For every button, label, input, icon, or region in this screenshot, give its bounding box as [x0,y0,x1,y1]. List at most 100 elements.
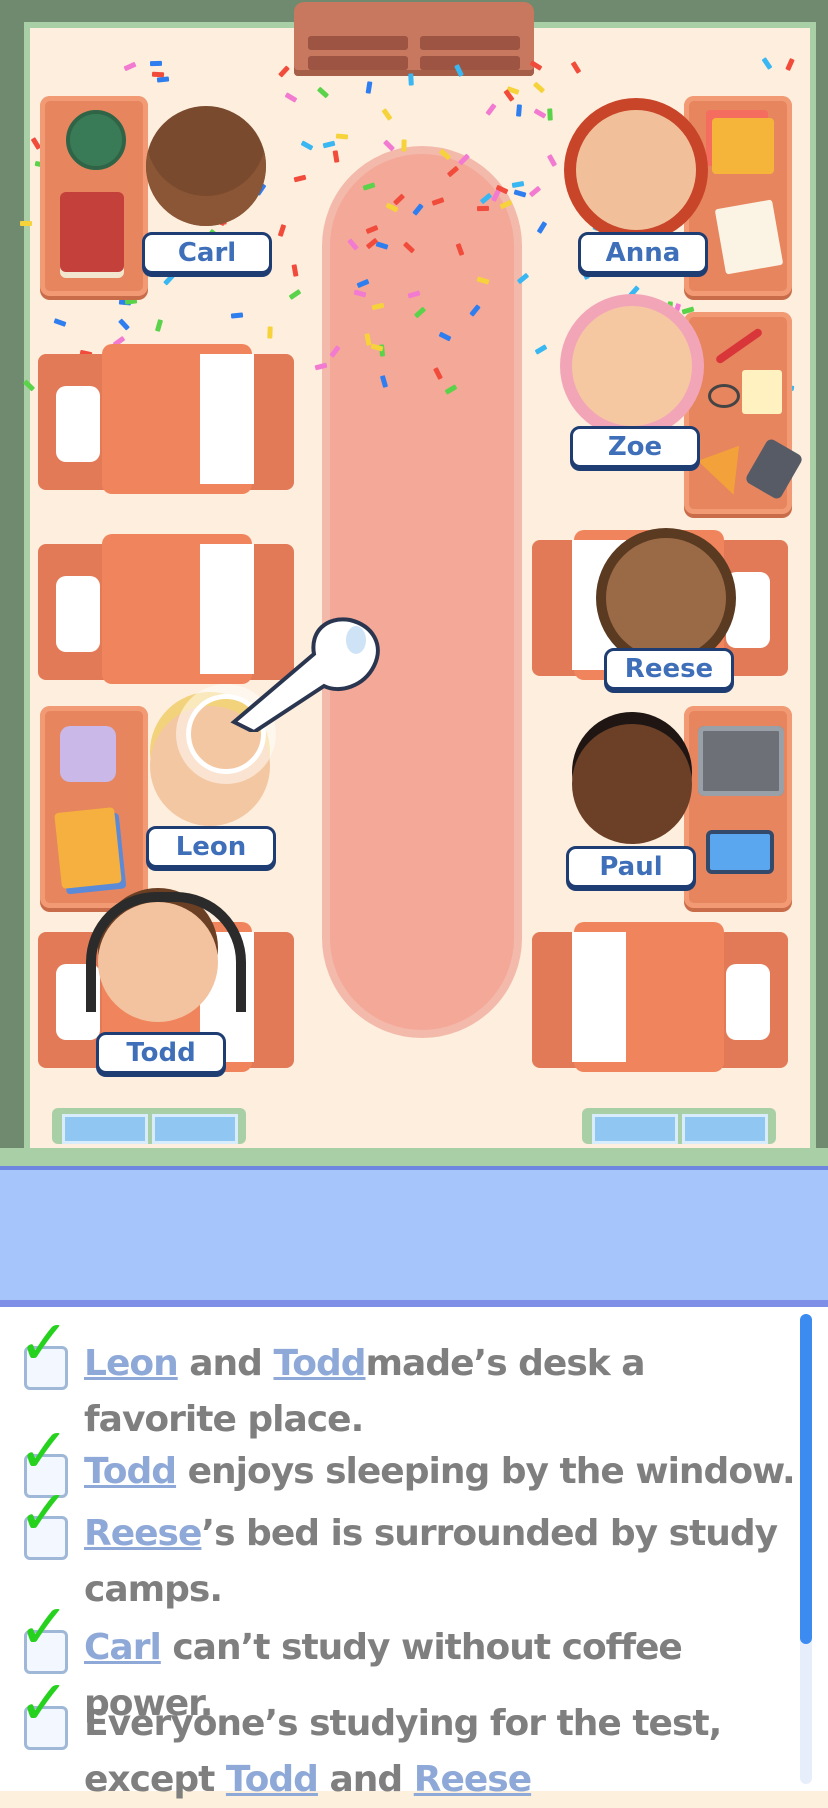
clue-text: enjoys sleeping by the window. [176,1451,796,1492]
bed-left-1[interactable] [38,344,294,494]
confetti-piece [401,139,407,152]
confetti-piece [534,344,548,355]
clue-text: and [317,1759,414,1800]
confetti-piece [163,273,176,286]
bed-right-2[interactable] [532,922,788,1072]
confetti-piece [407,290,421,299]
confetti-piece [284,91,298,103]
phone-icon [706,830,774,874]
name-label-reese: Reese [604,648,734,690]
confetti-piece [335,133,349,140]
avatar-todd[interactable] [86,892,246,1022]
check-icon: ✓ [18,1306,70,1379]
confetti-piece [413,306,427,319]
inventory-band [0,1170,828,1307]
confetti-piece [511,181,525,189]
name-label-anna: Anna [578,232,708,274]
check-icon: ✓ [18,1414,70,1487]
headphones-icon [86,892,246,1012]
confetti-piece [528,185,542,198]
confetti-piece [53,317,67,327]
name-label-leon: Leon [146,826,276,868]
confetti-piece [469,304,481,317]
clue-name-link[interactable]: Todd [226,1759,319,1800]
confetti-piece [314,363,328,371]
name-label-zoe: Zoe [570,426,700,468]
confetti-piece [438,148,451,161]
avatar-carl[interactable] [146,106,266,226]
desk-carl[interactable] [40,96,148,296]
confetti-piece [570,60,581,74]
confetti-piece [154,318,163,332]
pizza-icon [697,445,755,503]
confetti-piece [513,189,527,198]
clue-name-link[interactable]: Reese [84,1513,202,1554]
confetti-piece [499,200,513,210]
confetti-piece [277,65,290,78]
desk-paul[interactable] [684,706,792,908]
notepad-icon [742,370,782,414]
confetti-piece [371,302,385,311]
confetti-piece [329,344,341,358]
clue-name-link[interactable]: Todd [84,1451,177,1492]
book-icon [54,807,122,889]
confetti-piece [446,165,459,178]
confetti-piece [547,108,553,121]
confetti-piece [316,86,329,99]
confetti-piece [761,56,773,70]
confetti-piece [592,218,602,232]
confetti-piece [444,383,458,395]
check-icon: ✓ [18,1590,70,1663]
desk-leon[interactable] [40,706,148,908]
confetti-piece [266,325,273,339]
confetti-piece [546,153,557,167]
avatar-paul[interactable] [572,724,692,844]
window-right [582,1108,776,1144]
avatar-zoe[interactable] [572,306,692,426]
confetti-piece [455,243,465,257]
confetti-piece [516,272,530,285]
confetti-piece [457,153,470,166]
clue-name-link[interactable]: Leon [84,1343,179,1384]
clue-name-link[interactable]: Carl [84,1627,162,1668]
confetti-piece [530,59,543,71]
confetti-piece [431,197,445,206]
confetti-piece [124,298,137,305]
confetti-piece [322,140,336,149]
clue-2: Todd enjoys sleeping by the window. [84,1444,804,1500]
clue-name-link[interactable]: Todd [273,1343,366,1384]
clue-name-link[interactable]: Reese [414,1759,532,1800]
confetti-piece [537,220,548,234]
laptop-icon [698,726,784,796]
confetti-piece [432,367,443,381]
sticky-notes-icon [712,118,774,174]
earbuds-icon [60,726,116,782]
confetti-piece [117,318,130,331]
avatar-reese[interactable] [606,538,726,658]
check-icon: ✓ [18,1476,70,1549]
confetti-piece [381,107,393,121]
avatar-anna[interactable] [576,110,696,230]
confetti-piece [532,81,545,94]
confetti-piece [20,220,33,226]
confetti-piece [479,192,492,204]
confetti-piece [412,202,424,216]
confetti-piece [288,289,302,301]
pointing-hand-icon [214,582,384,735]
confetti-piece [150,60,163,67]
clue-1: Leon and Toddmade’s desk a favorite plac… [84,1336,804,1448]
confetti-piece [628,285,641,298]
confetti-piece [230,312,244,319]
room-bottom-wall [0,1148,828,1170]
confetti-piece [123,61,137,72]
desk-zoe[interactable] [684,312,804,514]
confetti-piece [484,103,497,117]
coffee-cup-icon [66,110,126,170]
glasses-icon [708,384,740,408]
clue-text: and [177,1343,274,1384]
clue-3: Reese’s bed is surrounded by study camps… [84,1506,804,1618]
window-left [52,1108,246,1144]
confetti-piece [408,73,415,86]
confetti-piece [151,72,164,78]
confetti-piece [347,237,359,251]
